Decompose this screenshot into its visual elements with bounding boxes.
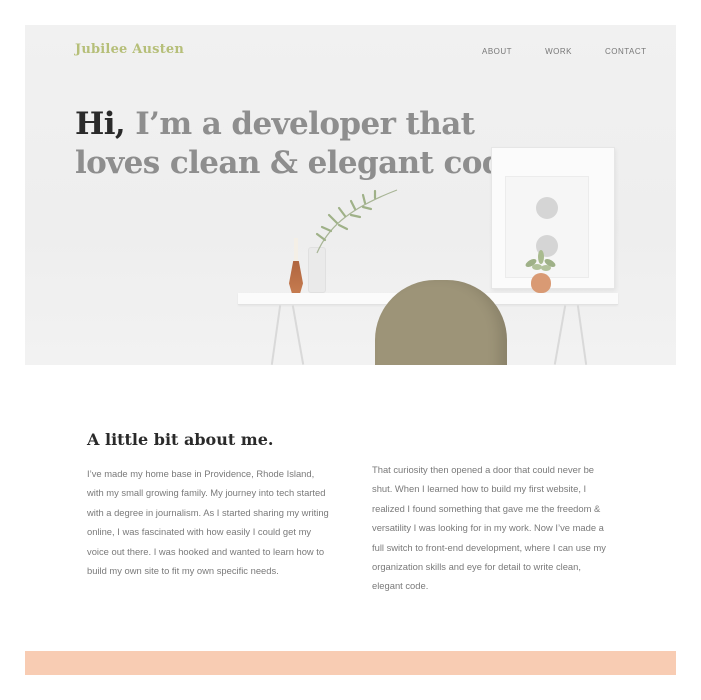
desk-leg: [576, 305, 588, 365]
hero-greeting: Hi,: [75, 106, 126, 142]
main-nav: ABOUT WORK CONTACT: [482, 47, 647, 56]
site-logo[interactable]: Jubilee Austen: [75, 42, 184, 57]
nav-link-about[interactable]: ABOUT: [482, 47, 512, 56]
candle-holder: [289, 261, 303, 293]
about-title: A little bit about me.: [87, 430, 274, 449]
nav-link-contact[interactable]: CONTACT: [605, 47, 647, 56]
about-section: A little bit about me. I’ve made my home…: [25, 400, 676, 620]
nav-link-work[interactable]: WORK: [545, 47, 572, 56]
desk-leg: [270, 305, 282, 365]
branch-plant-icon: [315, 189, 398, 254]
picture-circle-top: [536, 197, 558, 219]
candle: [294, 238, 298, 262]
hero-headline-text: I’m a developer that loves clean & elega…: [75, 106, 533, 181]
desk-leg: [553, 305, 567, 365]
footer-band: [25, 651, 676, 675]
hero-headline: Hi, I’m a developer that loves clean & e…: [75, 105, 555, 183]
about-paragraph-right: That curiosity then opened a door that c…: [372, 464, 606, 592]
about-paragraph-left: I’ve made my home base in Providence, Rh…: [87, 468, 329, 577]
hero-section: Jubilee Austen ABOUT WORK CONTACT Hi, I’…: [25, 25, 676, 365]
succulent-plant-icon: [525, 250, 556, 271]
desk-leg: [291, 305, 305, 365]
